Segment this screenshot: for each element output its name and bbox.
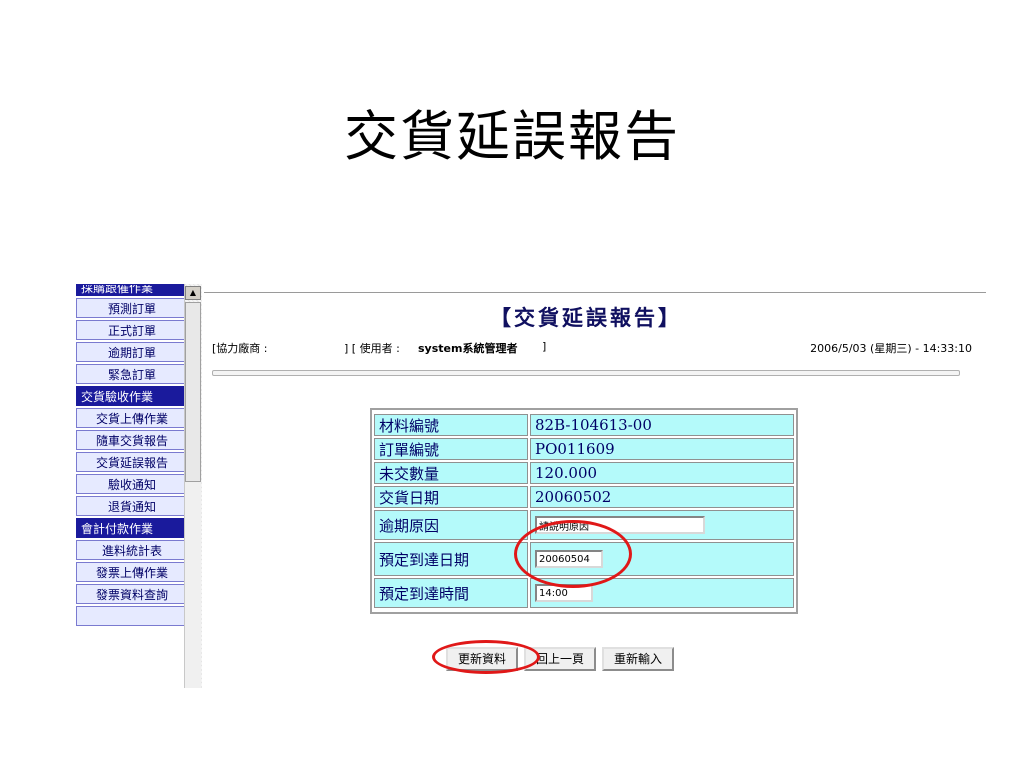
back-button[interactable]: 回上一頁 bbox=[524, 647, 597, 671]
info-bar: [協力廠商 : ] [ 使用者 : system系統管理者 ] 2006/5/0… bbox=[212, 338, 972, 356]
datetime-display: 2006/5/03 (星期三) - 14:33:10 bbox=[810, 342, 972, 355]
update-button[interactable]: 更新資料 bbox=[446, 647, 519, 671]
user-prefix: ] [ 使用者 : bbox=[344, 342, 400, 355]
scroll-track[interactable] bbox=[185, 482, 201, 688]
sidebar-item-return-notice[interactable]: 退貨通知 bbox=[76, 496, 188, 516]
overdue-reason-input[interactable] bbox=[535, 516, 705, 534]
scroll-up-arrow-icon[interactable]: ▲ bbox=[185, 286, 201, 300]
form-row-delivery-date: 交貨日期 20060502 bbox=[374, 486, 794, 508]
form-row-material-no: 材料編號 82B-104613-00 bbox=[374, 414, 794, 436]
expected-time-input[interactable] bbox=[535, 584, 593, 602]
sidebar-item-invoice-query[interactable]: 發票資料查詢 bbox=[76, 584, 188, 604]
overdue-reason-label: 逾期原因 bbox=[374, 510, 528, 540]
outstanding-qty-value: 120.000 bbox=[530, 462, 794, 484]
sidebar-menu: 採購跟催作業 預測訂單 正式訂單 逾期訂單 緊急訂單 交貨驗收作業 交貨上傳作業… bbox=[76, 284, 188, 688]
form-row-expected-date: 預定到達日期 bbox=[374, 542, 794, 576]
sidebar-item-invoice-upload[interactable]: 發票上傳作業 bbox=[76, 562, 188, 582]
overdue-reason-cell bbox=[530, 510, 794, 540]
reset-button[interactable]: 重新輸入 bbox=[602, 647, 675, 671]
sidebar-item-acceptance-notice[interactable]: 驗收通知 bbox=[76, 474, 188, 494]
user-suffix: ] bbox=[542, 340, 547, 353]
outstanding-qty-label: 未交數量 bbox=[374, 462, 528, 484]
order-no-value: PO011609 bbox=[530, 438, 794, 460]
sidebar-header-procurement[interactable]: 採購跟催作業 bbox=[76, 284, 188, 296]
sidebar-item-formal-order[interactable]: 正式訂單 bbox=[76, 320, 188, 340]
user-name: system系統管理者 bbox=[418, 342, 518, 355]
scroll-thumb[interactable] bbox=[185, 302, 201, 482]
form-button-row: 更新資料 回上一頁 重新輸入 bbox=[446, 647, 675, 671]
sidebar-header-accounting[interactable]: 會計付款作業 bbox=[76, 518, 188, 538]
sidebar-item-cut[interactable] bbox=[76, 606, 188, 626]
order-no-label: 訂單編號 bbox=[374, 438, 528, 460]
top-divider bbox=[204, 292, 986, 293]
delay-report-form: 材料編號 82B-104613-00 訂單編號 PO011609 未交數量 12… bbox=[370, 408, 798, 614]
expected-time-label: 預定到達時間 bbox=[374, 578, 528, 608]
expected-time-cell bbox=[530, 578, 794, 608]
material-no-label: 材料編號 bbox=[374, 414, 528, 436]
sidebar-header-delivery[interactable]: 交貨驗收作業 bbox=[76, 386, 188, 406]
slide-title: 交貨延誤報告 bbox=[344, 105, 680, 168]
sidebar-item-forecast-order[interactable]: 預測訂單 bbox=[76, 298, 188, 318]
form-row-expected-time: 預定到達時間 bbox=[374, 578, 794, 608]
panel-title: 【交貨延誤報告】 bbox=[490, 305, 682, 330]
expected-date-input[interactable] bbox=[535, 550, 603, 568]
sidebar-item-vehicle-delivery-report[interactable]: 隨車交貨報告 bbox=[76, 430, 188, 450]
expected-date-label: 預定到達日期 bbox=[374, 542, 528, 576]
sidebar-item-delivery-upload[interactable]: 交貨上傳作業 bbox=[76, 408, 188, 428]
sidebar-item-overdue-order[interactable]: 逾期訂單 bbox=[76, 342, 188, 362]
screenshot-panel: 採購跟催作業 預測訂單 正式訂單 逾期訂單 緊急訂單 交貨驗收作業 交貨上傳作業… bbox=[60, 284, 986, 688]
form-row-outstanding-qty: 未交數量 120.000 bbox=[374, 462, 794, 484]
delivery-date-value: 20060502 bbox=[530, 486, 794, 508]
form-row-order-no: 訂單編號 PO011609 bbox=[374, 438, 794, 460]
vendor-label: [協力廠商 : bbox=[212, 342, 268, 355]
sidebar-scrollbar[interactable]: ▲ bbox=[184, 284, 202, 688]
sidebar-item-urgent-order[interactable]: 緊急訂單 bbox=[76, 364, 188, 384]
form-row-overdue-reason: 逾期原因 bbox=[374, 510, 794, 540]
material-no-value: 82B-104613-00 bbox=[530, 414, 794, 436]
expected-date-cell bbox=[530, 542, 794, 576]
delivery-date-label: 交貨日期 bbox=[374, 486, 528, 508]
sidebar-item-incoming-stats[interactable]: 進料統計表 bbox=[76, 540, 188, 560]
sidebar-item-delivery-delay-report[interactable]: 交貨延誤報告 bbox=[76, 452, 188, 472]
separator-bar bbox=[212, 370, 960, 376]
